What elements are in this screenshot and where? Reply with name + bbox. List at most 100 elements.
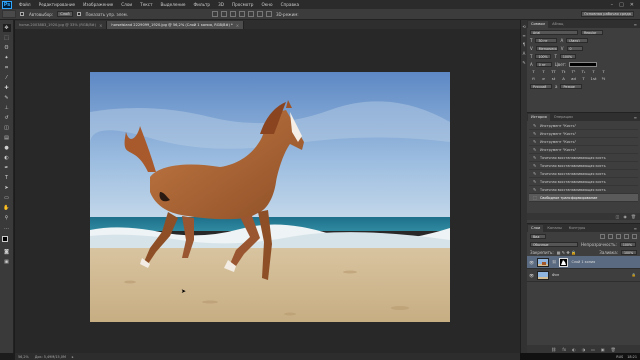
menu-type[interactable]: Текст	[136, 2, 156, 7]
old-style-button[interactable]: σ	[540, 76, 547, 81]
screen-mode-icon[interactable]: ▣	[3, 258, 11, 266]
eraser-tool-icon[interactable]: ◫	[3, 124, 11, 132]
strikethrough-button[interactable]: T	[600, 69, 607, 74]
delete-state-icon[interactable]: 🗑	[631, 214, 636, 219]
small-caps-button[interactable]: Tt	[560, 69, 567, 74]
tab-document-1[interactable]: horse-2003883_1920.jpg @ 33% (RGB/8#) ×	[15, 21, 108, 29]
align-top-icon[interactable]	[211, 11, 218, 17]
history-item[interactable]: ✎ Точечная восстанавливающая кисть	[529, 154, 638, 162]
stylistic-alternates-button[interactable]: ad	[570, 76, 577, 81]
lasso-tool-icon[interactable]: ʘ	[3, 44, 11, 52]
gradient-tool-icon[interactable]: ▤	[3, 134, 11, 142]
filter-pixel-icon[interactable]	[600, 233, 605, 239]
font-style-select[interactable]: Regular	[581, 29, 603, 35]
vertical-scale-field[interactable]: 100%	[535, 53, 552, 59]
swash-button[interactable]: A	[560, 76, 567, 81]
close-icon[interactable]: ×	[236, 23, 239, 28]
layer-row[interactable]: 👁 ⛓ Слой 1 копия	[527, 256, 640, 269]
pen-tool-icon[interactable]: ✒	[3, 164, 11, 172]
history-item[interactable]: ✎ Точечная восстанавливающая кисть	[529, 186, 638, 194]
paragraph-panel-icon[interactable]: ¶	[522, 42, 527, 47]
leading-field[interactable]: (Авто)	[566, 37, 589, 43]
properties-panel-icon[interactable]: ≡	[522, 33, 527, 38]
font-size-field[interactable]: 30 пт	[535, 37, 558, 43]
menu-layer[interactable]: Слои	[117, 2, 136, 7]
menu-filter[interactable]: Фильтр	[190, 2, 215, 7]
superscript-button[interactable]: T¹	[570, 69, 577, 74]
crop-tool-icon[interactable]: ⌗	[3, 64, 11, 72]
brush-tool-icon[interactable]: ✎	[3, 94, 11, 102]
snapshot-icon[interactable]: ◉	[623, 214, 627, 219]
subscript-button[interactable]: T₁	[580, 69, 587, 74]
language-select[interactable]: Русский	[530, 83, 552, 89]
panel-menu-icon[interactable]: ≡	[634, 226, 640, 231]
menu-view[interactable]: Просмотр	[228, 2, 258, 7]
menu-file[interactable]: Файл	[15, 2, 35, 7]
panel-menu-icon[interactable]: ≡	[634, 22, 640, 27]
path-select-tool-icon[interactable]: ➤	[3, 184, 11, 192]
layer-thumbnail[interactable]	[537, 270, 549, 280]
layer-row[interactable]: 👁 Фон 🔒	[527, 269, 640, 282]
layer-name[interactable]: Фон	[552, 273, 559, 277]
tab-history[interactable]: История	[528, 113, 550, 121]
tab-paragraph[interactable]: Абзац	[549, 21, 566, 28]
horizontal-scale-field[interactable]: 100%	[559, 53, 576, 59]
eye-icon[interactable]: 👁	[529, 260, 534, 265]
layer-mask-thumbnail[interactable]	[559, 257, 569, 267]
quick-select-tool-icon[interactable]: ✦	[3, 54, 11, 62]
autoselect-select[interactable]: Слой	[57, 11, 73, 17]
move-tool-preset-icon[interactable]	[2, 10, 16, 18]
filter-type-icon[interactable]	[616, 233, 621, 239]
history-item[interactable]: ✎ Инструмент "Кисть"	[529, 138, 638, 146]
blur-tool-icon[interactable]: ●	[3, 144, 11, 152]
history-item[interactable]: ✎ Точечная восстанавливающая кисть	[529, 170, 638, 178]
more-tools-icon[interactable]: …	[3, 224, 11, 232]
layer-name[interactable]: Слой 1 копия	[571, 260, 595, 264]
maximize-button[interactable]: □	[619, 2, 624, 8]
layer-style-icon[interactable]: fx	[562, 347, 566, 352]
tracking-field[interactable]: 0	[566, 45, 583, 51]
adjustment-layer-icon[interactable]: ◑	[582, 347, 586, 352]
underline-button[interactable]: T	[590, 69, 597, 74]
lock-icons[interactable]: ▦ ✎ ✥ 🔒	[557, 250, 576, 255]
align-bottom-icon[interactable]	[229, 11, 236, 17]
history-item[interactable]: ✎ Инструмент "Кисть"	[529, 146, 638, 154]
menu-window[interactable]: Окно	[257, 2, 276, 7]
move-tool-icon[interactable]: ✥	[2, 24, 11, 32]
fractions-button[interactable]: ½	[600, 76, 607, 81]
eye-icon[interactable]: 👁	[529, 273, 534, 278]
discretionary-ligatures-button[interactable]: st	[550, 76, 557, 81]
link-icon[interactable]: ⛓	[552, 260, 556, 264]
close-button[interactable]: ✕	[630, 2, 634, 8]
ligatures-button[interactable]: fi	[530, 76, 537, 81]
new-group-icon[interactable]: ▭	[591, 347, 595, 352]
history-item[interactable]: ✎ Инструмент "Кисть"	[529, 130, 638, 138]
menu-help[interactable]: Справка	[277, 2, 303, 7]
show-controls-checkbox[interactable]	[76, 12, 81, 16]
link-layers-icon[interactable]: ⛓	[551, 347, 556, 352]
tab-document-2[interactable]: horseIsland 2229099_1920.jpg @ 56,2% (Сл…	[107, 21, 245, 29]
color-swatches[interactable]	[1, 236, 12, 246]
new-document-from-state-icon[interactable]: ◫	[616, 214, 620, 219]
clone-stamp-tool-icon[interactable]: ⊥	[3, 104, 11, 112]
healing-brush-tool-icon[interactable]: ✚	[3, 84, 11, 92]
eyedropper-tool-icon[interactable]: ⁄	[3, 74, 11, 82]
delete-layer-icon[interactable]: 🗑	[611, 347, 616, 352]
dodge-tool-icon[interactable]: ◐	[3, 154, 11, 162]
layer-filter-select[interactable]: Вид	[530, 233, 546, 239]
baseline-field[interactable]: 0 пт	[535, 61, 552, 67]
canvas-area[interactable]: ➤	[15, 29, 520, 353]
minimize-button[interactable]: –	[611, 2, 614, 8]
tab-character[interactable]: Символ	[528, 20, 549, 28]
tab-layers[interactable]: Слои	[528, 224, 544, 232]
opacity-field[interactable]: 100%	[619, 241, 636, 247]
tab-actions[interactable]: Операции	[551, 114, 576, 121]
align-middle-icon[interactable]	[220, 11, 227, 17]
autoselect-checkbox[interactable]	[20, 12, 24, 16]
type-tool-icon[interactable]: T	[3, 174, 11, 182]
history-panel-icon[interactable]: ⟲	[522, 24, 527, 29]
faux-italic-button[interactable]: T	[540, 69, 547, 74]
menu-3d[interactable]: 3D	[214, 2, 228, 7]
new-layer-icon[interactable]: ▣	[601, 347, 605, 352]
zoom-level[interactable]: 56,2%	[18, 355, 29, 359]
